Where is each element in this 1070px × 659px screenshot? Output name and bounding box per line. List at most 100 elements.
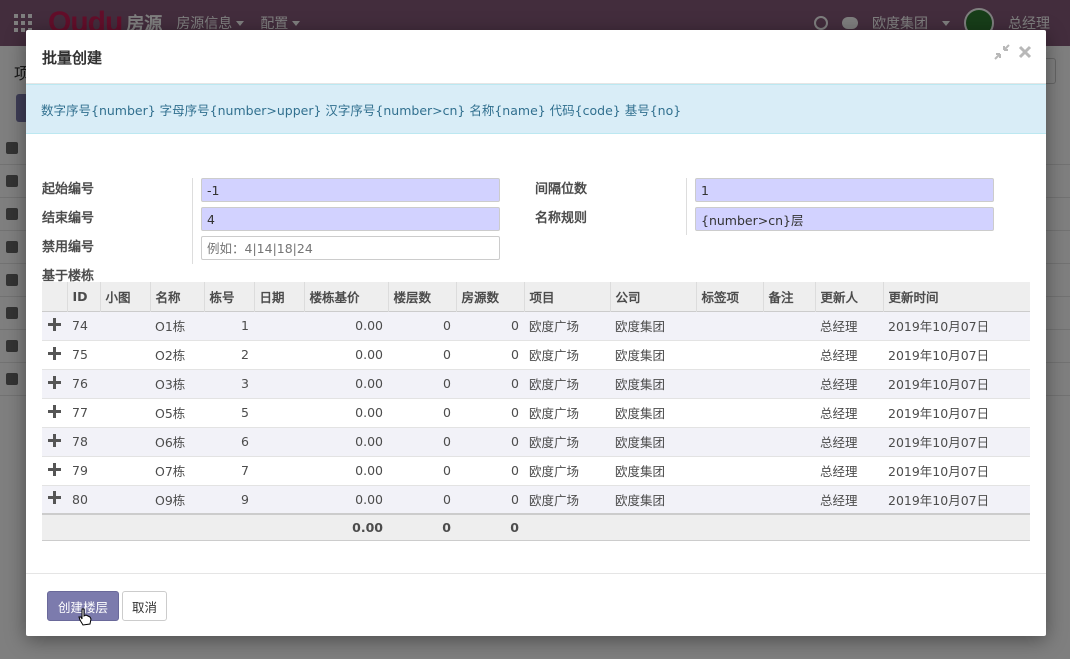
- cell-rooms: 0: [511, 463, 519, 478]
- cell-tags: [696, 427, 763, 456]
- move-icon[interactable]: [48, 317, 61, 331]
- cancel-button[interactable]: 取消: [122, 591, 168, 621]
- cell-company: 欧度集团: [615, 406, 666, 421]
- interval-field[interactable]: [695, 178, 994, 202]
- column-header[interactable]: 栋号: [204, 282, 255, 311]
- compress-icon[interactable]: [994, 44, 1010, 63]
- column-header[interactable]: 名称: [150, 282, 205, 311]
- column-header[interactable]: 小图: [100, 282, 151, 311]
- cell-tags: [696, 340, 763, 369]
- cell-company: 欧度集团: [615, 377, 666, 392]
- modal-header: 批量创建: [26, 30, 1046, 84]
- cell-updated: 2019年10月07日: [888, 435, 990, 450]
- cell-thumb: [100, 369, 150, 398]
- drag-handle[interactable]: [42, 456, 67, 485]
- column-header[interactable]: 楼栋基价: [304, 282, 389, 311]
- cell-price: 0.00: [355, 347, 383, 362]
- total-floors: 0: [442, 519, 451, 535]
- cell-project: 欧度广场: [529, 492, 580, 508]
- cell-updated: 2019年10月07日: [888, 348, 990, 363]
- start-number-field[interactable]: [201, 178, 500, 202]
- drag-handle[interactable]: [42, 311, 67, 340]
- move-icon[interactable]: [48, 491, 61, 505]
- cell-updated: 2019年10月07日: [888, 406, 990, 421]
- move-icon[interactable]: [48, 462, 61, 476]
- name-rule-label: 名称规则: [535, 211, 588, 226]
- cell-updater: 总经理: [820, 377, 858, 392]
- disabled-number-field[interactable]: [201, 236, 500, 260]
- cell-project: 欧度广场: [529, 464, 580, 479]
- cell-updater: 总经理: [820, 406, 858, 421]
- name-rule-field[interactable]: [695, 207, 994, 231]
- table-row[interactable]: 77 O5栋 5 0.00 0 0 欧度广场 欧度集团 总经理 2019年10月07日: [42, 398, 1030, 427]
- cell-floors: 0: [443, 376, 451, 391]
- cell-id: 79: [72, 463, 88, 478]
- column-header[interactable]: 楼层数: [388, 282, 457, 311]
- cell-floors: 0: [443, 491, 451, 507]
- move-icon[interactable]: [48, 346, 61, 360]
- end-number-label: 结束编号: [42, 211, 95, 226]
- table-row[interactable]: 78 O6栋 6 0.00 0 0 欧度广场 欧度集团 总经理 2019年10月07日: [42, 427, 1030, 456]
- cell-rooms: 0: [511, 434, 519, 449]
- cell-id: 75: [72, 347, 88, 362]
- table-row[interactable]: 75 O2栋 2 0.00 0 0 欧度广场 欧度集团 总经理 2019年10月07日: [42, 340, 1030, 369]
- move-icon[interactable]: [48, 404, 61, 418]
- cell-thumb: [100, 485, 150, 514]
- column-header[interactable]: 更新人: [815, 282, 884, 311]
- table-row[interactable]: 80 O9栋 9 0.00 0 0 欧度广场 欧度集团 总经理 2019年10月07日: [42, 485, 1030, 514]
- header-icons: [994, 44, 1032, 63]
- cell-tags: [696, 485, 763, 514]
- field-divider: [192, 178, 193, 264]
- cell-date: [254, 456, 304, 485]
- end-number-field[interactable]: [201, 207, 500, 231]
- table-row[interactable]: 79 O7栋 7 0.00 0 0 欧度广场 欧度集团 总经理 2019年10月07日: [42, 456, 1030, 485]
- cell-company: 欧度集团: [615, 348, 666, 363]
- cell-floors: 0: [443, 405, 451, 420]
- column-header[interactable]: 项目: [524, 282, 611, 311]
- column-header[interactable]: 房源数: [456, 282, 525, 311]
- cell-id: 78: [72, 434, 88, 449]
- drag-handle[interactable]: [42, 369, 67, 398]
- table-row[interactable]: 76 O3栋 3 0.00 0 0 欧度广场 欧度集团 总经理 2019年10月07日: [42, 369, 1030, 398]
- cell-floors: 0: [443, 434, 451, 449]
- cell-company: 欧度集团: [615, 435, 666, 450]
- cell-project: 欧度广场: [529, 348, 580, 363]
- cell-updater: 总经理: [820, 464, 858, 479]
- buildings-table: ID 小图 名称 栋号 日期 楼栋基价 楼层数 房源数 项目 公司 标签项 备注 更新人 更新时间 74 O…: [42, 282, 1030, 541]
- column-header[interactable]: ID: [67, 282, 101, 311]
- modal-title: 批量创建: [42, 49, 103, 67]
- cell-note: [763, 369, 815, 398]
- cell-date: [254, 485, 304, 514]
- cell-date: [254, 311, 304, 340]
- cell-note: [763, 398, 815, 427]
- column-header[interactable]: 标签项: [696, 282, 764, 311]
- cell-company: 欧度集团: [615, 319, 666, 334]
- table-row[interactable]: 74 O1栋 1 0.00 0 0 欧度广场 欧度集团 总经理 2019年10月07日: [42, 311, 1030, 340]
- cell-company: 欧度集团: [615, 492, 666, 508]
- cell-floors: 0: [443, 318, 451, 333]
- cell-floors: 0: [443, 347, 451, 362]
- close-icon[interactable]: [1018, 45, 1032, 62]
- interval-label: 间隔位数: [535, 182, 588, 197]
- cell-name: O6栋: [155, 435, 186, 450]
- modal-footer: 创建楼层 取消: [26, 573, 1046, 636]
- column-header[interactable]: 更新时间: [883, 282, 1030, 311]
- cell-note: [763, 485, 815, 514]
- column-header[interactable]: 日期: [254, 282, 305, 311]
- cell-project: 欧度广场: [529, 406, 580, 421]
- hand-cursor-icon: [78, 608, 92, 626]
- drag-handle[interactable]: [42, 427, 67, 456]
- column-header[interactable]: 备注: [763, 282, 816, 311]
- drag-handle[interactable]: [42, 340, 67, 369]
- drag-handle[interactable]: [42, 485, 67, 514]
- move-icon[interactable]: [48, 375, 61, 389]
- column-header: [42, 282, 68, 311]
- column-header[interactable]: 公司: [610, 282, 697, 311]
- cell-rooms: 0: [511, 405, 519, 420]
- move-icon[interactable]: [48, 433, 61, 447]
- cell-name: O3栋: [155, 377, 186, 392]
- drag-handle[interactable]: [42, 398, 67, 427]
- cell-updated: 2019年10月07日: [888, 319, 990, 334]
- cell-updater: 总经理: [820, 435, 858, 450]
- cell-name: O1栋: [155, 319, 186, 334]
